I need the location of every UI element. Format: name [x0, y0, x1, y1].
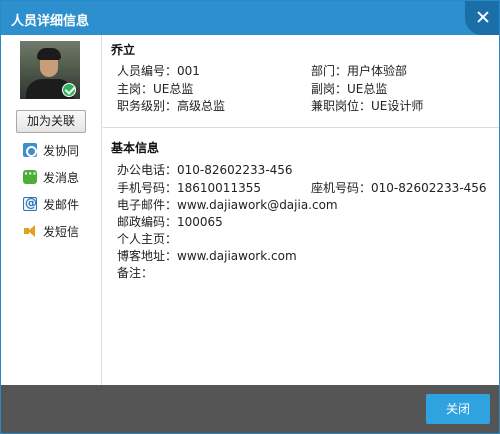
person-name: 乔立	[111, 43, 136, 57]
mobile-number: 手机号码：18610011355	[117, 181, 261, 195]
close-icon[interactable]	[465, 1, 499, 35]
person-detail-dialog: 人员详细信息 加为关联 发协同 发消息 发邮件 发短信 乔立 人员编号：00	[0, 0, 500, 434]
section-divider	[103, 127, 499, 128]
send-sms-label: 发短信	[43, 225, 80, 239]
postal-code: 邮政编码：100065	[117, 215, 223, 229]
job-level: 职务级别：高级总监	[117, 99, 226, 113]
profile-sidebar: 加为关联 发协同 发消息 发邮件 发短信	[1, 35, 102, 385]
add-relation-button[interactable]: 加为关联	[16, 110, 86, 133]
online-check-icon	[62, 83, 76, 97]
send-message-label: 发消息	[43, 171, 80, 185]
main-post: 主岗：UE总监	[117, 82, 194, 96]
remarks: 备注：	[117, 266, 154, 280]
sms-icon	[23, 224, 37, 238]
homepage: 个人主页：	[117, 232, 178, 246]
part-time-post: 兼职岗位：UE设计师	[311, 99, 424, 113]
deputy-post: 副岗：UE总监	[311, 82, 388, 96]
cooperate-icon	[23, 143, 37, 157]
profile-details: 乔立 人员编号：001 部门：用户体验部 主岗：UE总监 副岗：UE总监 职务级…	[103, 35, 499, 385]
employee-number: 人员编号：001	[117, 64, 200, 78]
send-email-label: 发邮件	[43, 198, 80, 212]
dialog-title: 人员详细信息	[11, 14, 90, 29]
office-phone: 办公电话：010-82602233-456	[117, 163, 293, 177]
message-icon	[23, 167, 37, 184]
basic-info-heading: 基本信息	[111, 141, 160, 155]
dialog-footer: 关闭	[1, 385, 499, 433]
email-icon	[23, 196, 37, 211]
send-cooperate-label: 发协同	[43, 144, 80, 158]
close-button[interactable]: 关闭	[426, 394, 490, 424]
department: 部门：用户体验部	[311, 64, 408, 78]
landline-number: 座机号码：010-82602233-456	[311, 181, 487, 195]
email-address: 电子邮件：www.dajiawork@dajia.com	[117, 198, 338, 212]
blog-address: 博客地址：www.dajiawork.com	[117, 249, 297, 263]
dialog-titlebar: 人员详细信息	[1, 1, 499, 35]
